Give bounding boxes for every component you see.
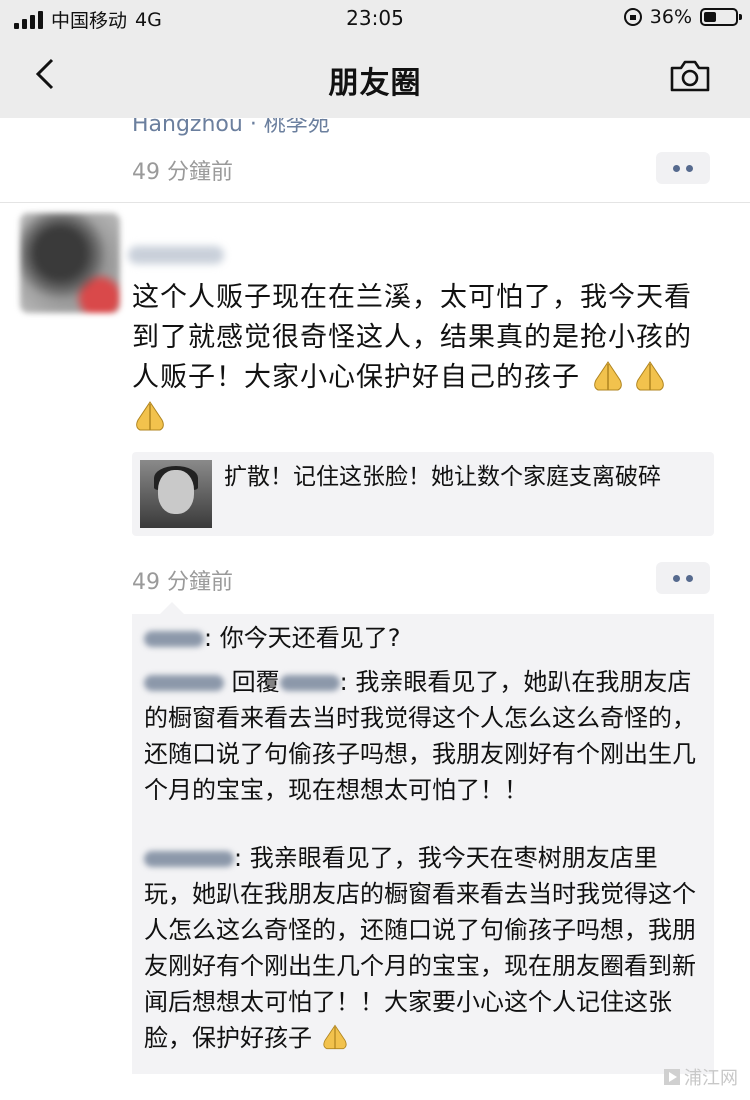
watermark-text: 浦江网 [684,1068,738,1089]
pray-emoji-icon [323,1024,347,1050]
more-button[interactable] [656,562,710,594]
comment-item[interactable]: : 你今天还看见了? [144,620,704,656]
post-divider [0,202,750,203]
avatar[interactable] [20,213,120,313]
comment-text: : 你今天还看见了? [204,624,401,652]
author-name-blurred[interactable] [128,246,224,264]
commenter-name-blurred[interactable] [144,851,234,867]
status-bar: 中国移动 4G 23:05 36% [0,0,750,36]
battery-percent: 36% [649,6,692,28]
watermark: 浦江网 [664,1064,738,1090]
page-title: 朋友圈 [328,66,422,101]
battery-icon [700,8,742,26]
commenter-name-blurred[interactable] [144,675,224,691]
post-text: 这个人贩子现在在兰溪，太可怕了，我今天看到了就感觉很奇怪这人，结果真的是抢小孩的… [132,278,712,438]
post-time: 49 分鐘前 [132,570,233,595]
status-right: 36% [623,6,742,28]
comment-text: : 我亲眼看见了，她趴在我朋友店的橱窗看来看去当时我觉得这个人怎么这么奇怪的，还… [144,668,696,804]
camera-icon[interactable] [668,56,712,96]
shared-link-card[interactable]: 扩散！记住这张脸！她让数个家庭支离破碎 [132,452,714,536]
orientation-lock-icon [623,8,642,26]
post-location[interactable]: Hangzhou · 桃李苑 [132,118,330,138]
comment-item[interactable]: : 我亲眼看见了，我今天在枣树朋友店里玩，她趴在我朋友店的橱窗看来看去当时我觉得… [144,840,704,1056]
comments-section: : 你今天还看见了? 回覆: 我亲眼看见了，她趴在我朋友店的橱窗看来看去当时我觉… [132,602,714,1074]
nav-bar: 朋友圈 [0,36,750,118]
comment-item[interactable]: 回覆: 我亲眼看见了，她趴在我朋友店的橱窗看来看去当时我觉得这个人怎么这么奇怪的… [144,664,704,808]
play-icon [664,1069,680,1085]
reply-target-blurred[interactable] [279,675,340,691]
reply-prefix: 回覆 [231,668,280,696]
comment-text: : 我亲眼看见了，我今天在枣树朋友店里玩，她趴在我朋友店的橱窗看来看去当时我觉得… [144,844,696,1052]
shared-link-title: 扩散！记住这张脸！她让数个家庭支离破碎 [224,464,661,490]
post-time: 49 分鐘前 [132,160,233,185]
commenter-name-blurred[interactable] [144,631,204,647]
moments-feed[interactable]: Hangzhou · 桃李苑 49 分鐘前 这个人贩子现在在兰溪，太可怕了，我今… [0,118,750,1100]
more-button[interactable] [656,152,710,184]
shared-link-thumbnail [140,460,212,528]
